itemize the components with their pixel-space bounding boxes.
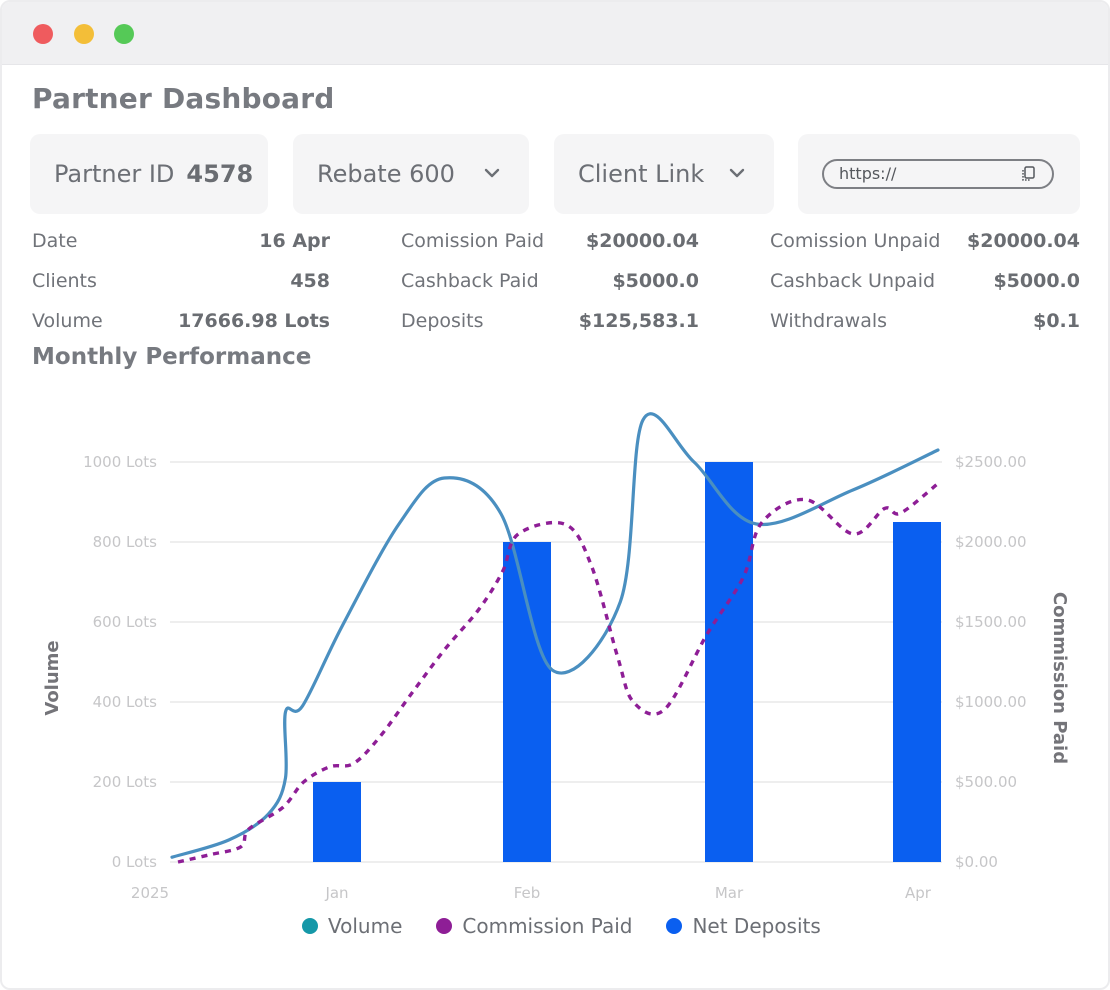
rebate-dropdown[interactable]: Rebate 600 <box>293 134 529 214</box>
page-title: Partner Dashboard <box>32 82 335 115</box>
section-title: Monthly Performance <box>32 344 312 370</box>
minimize-window-button[interactable] <box>74 24 94 44</box>
stat-value: $125,583.1 <box>578 310 699 332</box>
y-left-tick-label: 0 Lots <box>112 853 157 871</box>
partner-id-label: Partner ID <box>54 160 175 188</box>
stat-clients: Clients 458 <box>32 270 330 296</box>
net-deposits-bar <box>313 782 361 862</box>
stat-label: Deposits <box>401 310 484 332</box>
stat-label: Volume <box>32 310 103 332</box>
x-tick-label: Jan <box>324 884 348 902</box>
legend-dot-volume <box>302 918 318 934</box>
stat-value: $20000.04 <box>967 230 1080 252</box>
legend-dot-net-deposits <box>666 918 683 934</box>
copy-icon[interactable] <box>1020 165 1038 183</box>
title-bar <box>2 2 1108 65</box>
legend-label: Volume <box>328 914 403 938</box>
y-left-tick-label: 200 Lots <box>93 773 158 791</box>
maximize-window-button[interactable] <box>114 24 134 44</box>
x-tick-label: Mar <box>715 884 744 902</box>
stat-cashback-paid: Cashback Paid $5000.0 <box>401 270 699 296</box>
stat-value: 17666.98 Lots <box>178 310 330 332</box>
y-right-tick-label: $2500.00 <box>955 453 1027 471</box>
chevron-down-icon <box>484 168 500 178</box>
stat-label: Withdrawals <box>770 310 888 332</box>
legend-item-volume[interactable]: Volume <box>302 914 402 938</box>
legend-item-net-deposits[interactable]: Net Deposits <box>666 914 821 938</box>
y-right-tick-label: $2000.00 <box>955 533 1027 551</box>
legend-label: Net Deposits <box>692 914 821 938</box>
close-window-button[interactable] <box>33 24 53 44</box>
net-deposits-bar <box>503 542 551 862</box>
stat-label: Cashback Paid <box>401 270 539 292</box>
y-left-tick-label: 1000 Lots <box>83 453 157 471</box>
stat-value: $5000.0 <box>993 270 1080 292</box>
app-window: Partner Dashboard Partner ID 4578 Rebate… <box>0 0 1110 990</box>
stat-value: $20000.04 <box>586 230 699 252</box>
monthly-performance-chart: 0 Lots 200 Lots 400 Lots 600 Lots 800 Lots 10… <box>42 412 1070 902</box>
stat-deposits: Deposits $125,583.1 <box>401 310 699 336</box>
stat-label: Clients <box>32 270 97 292</box>
stat-comission-paid: Comission Paid $20000.04 <box>401 230 699 256</box>
client-link-url-field[interactable]: https:// <box>822 159 1054 189</box>
stat-label: Cashback Unpaid <box>770 270 936 292</box>
x-tick-label: Feb <box>514 884 541 902</box>
volume-line <box>170 412 940 859</box>
stat-value: 458 <box>290 270 330 292</box>
stat-withdrawals: Withdrawals $0.1 <box>770 310 1080 336</box>
stat-volume: Volume 17666.98 Lots <box>32 310 330 336</box>
stat-label: Comission Paid <box>401 230 545 252</box>
partner-id-value: 4578 <box>186 160 254 188</box>
y-left-tick-label: 800 Lots <box>93 533 158 551</box>
y-right-tick-label: $1500.00 <box>955 613 1027 631</box>
partner-id-card: Partner ID 4578 <box>30 134 268 214</box>
legend-dot-commission <box>436 918 453 934</box>
url-card: https:// <box>798 134 1080 214</box>
chevron-down-icon <box>729 168 745 178</box>
y-left-axis-title: Volume <box>42 640 63 715</box>
x-tick-label: Apr <box>905 884 932 902</box>
y-left-tick-label: 400 Lots <box>93 693 158 711</box>
stat-value: 16 Apr <box>259 230 330 252</box>
stat-value: $0.1 <box>1033 310 1080 332</box>
stat-comission-unpaid: Comission Unpaid $20000.04 <box>770 230 1080 256</box>
stat-value: $5000.0 <box>612 270 699 292</box>
rebate-dropdown-label: Rebate 600 <box>317 160 455 188</box>
y-right-tick-label: $500.00 <box>955 773 1017 791</box>
chart-legend: Volume Commission Paid Net Deposits <box>302 914 821 938</box>
client-link-label: Client Link <box>578 160 705 188</box>
net-deposits-bar <box>705 462 753 862</box>
y-right-tick-label: $1000.00 <box>955 693 1027 711</box>
legend-item-commission-paid[interactable]: Commission Paid <box>436 914 632 938</box>
stat-label: Date <box>32 230 78 252</box>
client-link-url-text: https:// <box>839 164 897 183</box>
y-right-tick-label: $0.00 <box>955 853 998 871</box>
client-link-dropdown[interactable]: Client Link <box>554 134 774 214</box>
y-right-axis-title: Commission Paid <box>1049 592 1070 764</box>
legend-label: Commission Paid <box>462 914 633 938</box>
stat-date: Date 16 Apr <box>32 230 330 256</box>
stat-label: Comission Unpaid <box>770 230 941 252</box>
stat-cashback-unpaid: Cashback Unpaid $5000.0 <box>770 270 1080 296</box>
y-left-tick-label: 600 Lots <box>93 613 158 631</box>
net-deposits-bar <box>893 522 941 862</box>
x-tick-label: 2025 <box>131 884 169 902</box>
